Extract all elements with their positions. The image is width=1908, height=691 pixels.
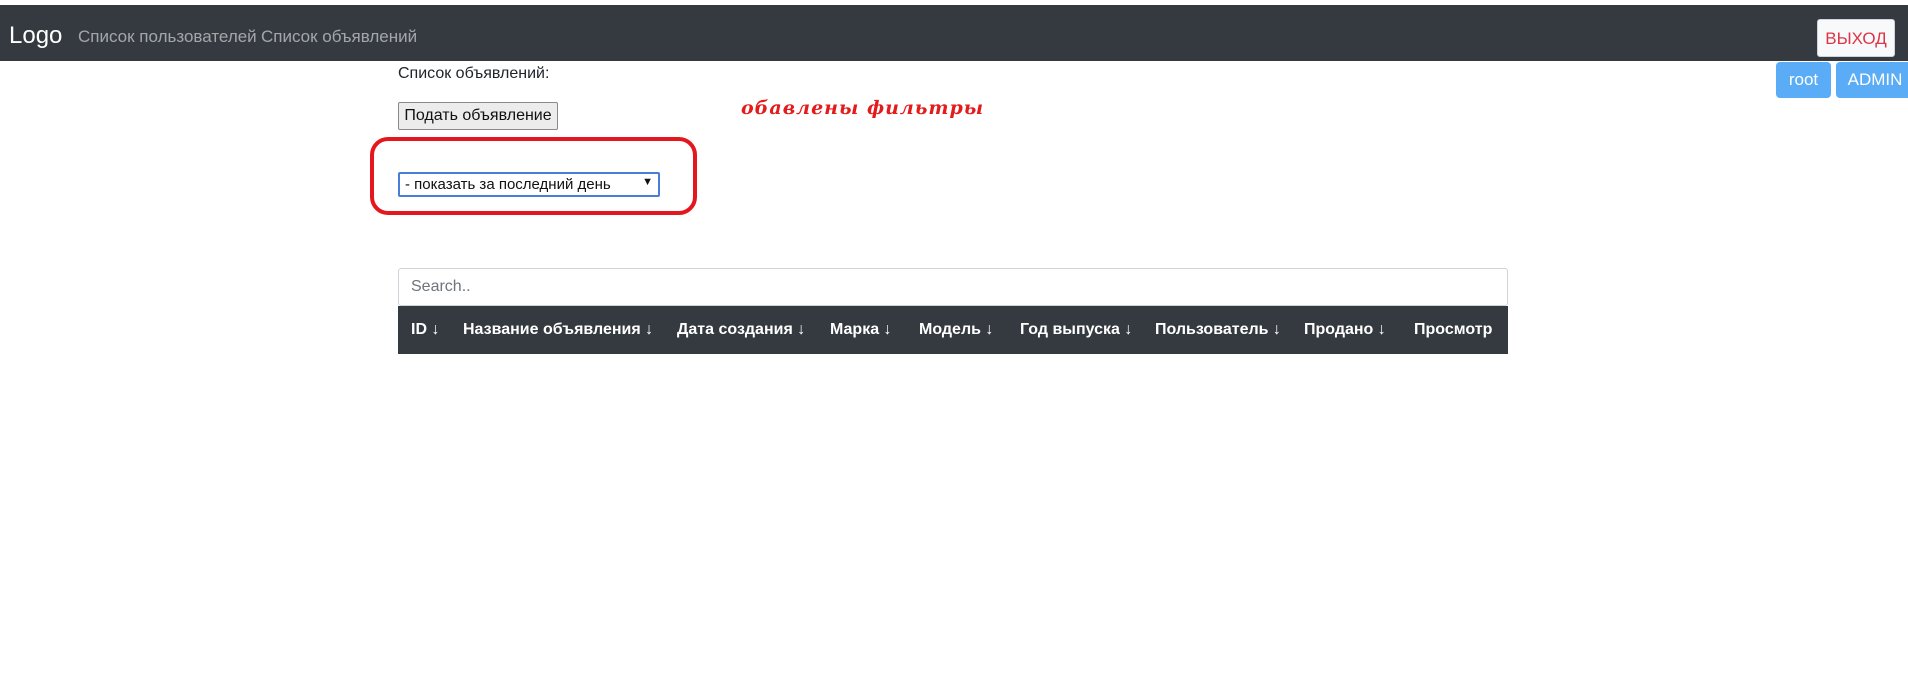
annotation-label: обавлены фильтры: [741, 97, 985, 119]
column-header-user[interactable]: Пользователь ↓: [1155, 321, 1281, 339]
column-header-model[interactable]: Модель ↓: [919, 321, 993, 339]
nav-link-ads[interactable]: Список объявлений: [261, 27, 417, 47]
role-button[interactable]: ADMIN: [1836, 62, 1908, 98]
post-ad-button[interactable]: Подать объявление: [398, 102, 558, 130]
column-header-id[interactable]: ID ↓: [411, 321, 439, 339]
logo[interactable]: Logo: [9, 22, 62, 50]
top-navbar: Logo Список пользователей Список объявле…: [0, 5, 1908, 61]
column-header-brand[interactable]: Марка ↓: [830, 321, 892, 339]
column-header-year[interactable]: Год выпуска ↓: [1020, 321, 1132, 339]
column-header-created[interactable]: Дата создания ↓: [677, 321, 805, 339]
logout-button[interactable]: ВЫХОД: [1817, 19, 1895, 57]
column-header-title[interactable]: Название объявления ↓: [463, 321, 653, 339]
date-filter-select[interactable]: - показать за последний день ▼: [398, 172, 660, 197]
date-filter-value: - показать за последний день: [405, 176, 611, 193]
column-header-sold[interactable]: Продано ↓: [1304, 321, 1386, 339]
username-button[interactable]: root: [1776, 62, 1831, 98]
chevron-down-icon: ▼: [642, 176, 653, 188]
column-header-view: Просмотр: [1414, 321, 1493, 338]
nav-link-users[interactable]: Список пользователей: [78, 27, 257, 47]
page-title: Список объявлений:: [398, 65, 550, 82]
search-input[interactable]: [398, 268, 1508, 306]
table-header: ID ↓ Название объявления ↓ Дата создания…: [398, 306, 1508, 354]
